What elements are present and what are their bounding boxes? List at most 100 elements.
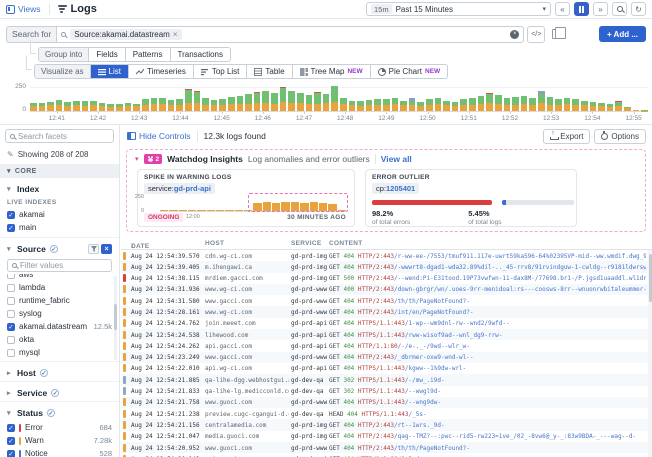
histogram-bar[interactable] <box>383 99 390 111</box>
histogram-bar[interactable] <box>194 91 201 111</box>
checkbox[interactable] <box>7 274 15 279</box>
refresh-button[interactable]: ↻ <box>631 2 646 16</box>
histogram-bar[interactable] <box>366 100 373 111</box>
options-button[interactable]: Options <box>594 129 646 144</box>
histogram-bar[interactable] <box>374 99 381 111</box>
checkbox[interactable]: ✓ <box>7 224 15 232</box>
hide-controls-button[interactable]: Hide Controls <box>127 131 191 141</box>
histogram-bar[interactable] <box>633 110 640 112</box>
histogram-bar[interactable] <box>615 101 622 111</box>
histogram-bar[interactable] <box>512 97 519 111</box>
histogram-bar[interactable] <box>357 101 364 111</box>
viz-option-pie-chart[interactable]: Pie Chart NEW <box>371 65 448 78</box>
histogram-bar[interactable] <box>426 99 433 111</box>
checkbox[interactable]: ✓ <box>7 323 15 331</box>
status-item-warn[interactable]: ✓Warn7.28k <box>0 434 119 447</box>
source-item-postfix[interactable]: postfix <box>0 359 119 362</box>
histogram-bar[interactable] <box>99 103 106 111</box>
core-section-header[interactable]: ▾ CORE <box>0 164 119 178</box>
histogram-bar[interactable] <box>107 104 114 111</box>
histogram-bar[interactable] <box>159 98 166 111</box>
status-item-error[interactable]: ✓Error684 <box>0 421 119 434</box>
histogram-bar[interactable] <box>340 98 347 111</box>
histogram-bar[interactable] <box>529 98 536 111</box>
histogram-bar[interactable] <box>90 101 97 111</box>
source-item-syslog[interactable]: syslog <box>0 307 119 320</box>
histogram-bar[interactable] <box>211 100 218 111</box>
facet-search-field[interactable] <box>5 129 114 143</box>
table-row[interactable]: Aug 24 12:54:21.156centralamedia.comgd-p… <box>121 419 652 430</box>
histogram-bar[interactable] <box>581 101 588 111</box>
checkbox[interactable] <box>7 362 15 363</box>
histogram-bar[interactable] <box>495 95 502 111</box>
histogram-bar[interactable] <box>331 86 338 111</box>
source-item-mysql[interactable]: mysql <box>0 346 119 359</box>
scrollbar[interactable] <box>648 250 652 457</box>
histogram-bar[interactable] <box>486 93 493 111</box>
table-row[interactable]: Aug 24 12:54:38.115mrdiem.gacci.comgd-pr… <box>121 273 652 284</box>
tab-fields[interactable]: Fields <box>89 48 125 61</box>
histogram-bar[interactable] <box>47 102 54 111</box>
log-volume-histogram[interactable] <box>30 86 648 112</box>
histogram-bar[interactable] <box>56 100 63 111</box>
histogram-bar[interactable] <box>607 104 614 111</box>
histogram-bar[interactable] <box>469 98 476 111</box>
spike-insight-card[interactable]: SPIKE IN WARNING LOGS service:gd-prd-api… <box>137 169 355 227</box>
histogram-bar[interactable] <box>323 94 330 111</box>
search-input[interactable]: Source:akamai.datastream × × <box>56 26 524 43</box>
histogram-bar[interactable] <box>435 98 442 111</box>
tab-transactions[interactable]: Transactions <box>171 48 231 61</box>
histogram-bar[interactable] <box>262 91 269 111</box>
viz-option-table[interactable]: Table <box>247 65 292 78</box>
table-row[interactable]: Aug 24 12:54:22.010api.wg-ci.comgd-prd-a… <box>121 363 652 374</box>
source-item-runtime_fabric[interactable]: runtime_fabric <box>0 294 119 307</box>
spike-service-chip[interactable]: service:gd-prd-api <box>144 183 215 194</box>
pause-button[interactable] <box>574 2 589 16</box>
index-facet-header[interactable]: ▾ Index <box>0 178 119 197</box>
table-row[interactable]: Aug 24 12:54:20.952www.guoci.comgd-prd-w… <box>121 442 652 453</box>
histogram-bar[interactable] <box>219 99 226 111</box>
histogram-bar[interactable] <box>168 100 175 111</box>
table-row[interactable]: Aug 24 12:54:28.161www.wg-ci.comgd-prd-w… <box>121 306 652 317</box>
histogram-bar[interactable] <box>133 104 140 111</box>
histogram-bar[interactable] <box>538 91 545 111</box>
tab-patterns[interactable]: Patterns <box>126 48 171 61</box>
histogram-bar[interactable] <box>417 102 424 111</box>
error-outlier-card[interactable]: ERROR OUTLIER cp:1205401 98.2% of total … <box>365 169 577 227</box>
source-item-aws[interactable]: aws <box>0 274 119 281</box>
histogram-bar[interactable] <box>392 98 399 111</box>
table-row[interactable]: Aug 24 12:54:21.885qa-lihe-dgg.webhostgu… <box>121 374 652 385</box>
histogram-bar[interactable] <box>64 102 71 111</box>
histogram-bar[interactable] <box>237 96 244 111</box>
export-button[interactable]: Export <box>543 129 590 144</box>
histogram-bar[interactable] <box>116 104 123 111</box>
histogram-bar[interactable] <box>547 97 554 111</box>
source-item-akamai.datastream[interactable]: ✓akamai.datastream12.5k <box>0 320 119 333</box>
source-facet-header[interactable]: ▾ Source ✓ × <box>0 237 119 257</box>
scrollbar[interactable] <box>114 276 117 360</box>
search-token[interactable]: Source:akamai.datastream × <box>70 29 181 40</box>
clear-search-icon[interactable]: × <box>510 30 519 39</box>
histogram-bar[interactable] <box>400 101 407 111</box>
histogram-bar[interactable] <box>297 93 304 111</box>
histogram-bar[interactable] <box>409 98 416 111</box>
checkbox[interactable]: ✓ <box>7 424 15 432</box>
service-facet-header[interactable]: ▸ Service ✓ <box>0 381 119 401</box>
viz-option-top-list[interactable]: Top List <box>194 65 248 78</box>
histogram-bar[interactable] <box>39 103 46 111</box>
query-syntax-button[interactable]: </> <box>527 26 545 43</box>
facet-search-input[interactable] <box>18 132 98 141</box>
histogram-bar[interactable] <box>572 99 579 111</box>
table-row[interactable]: Aug 24 12:54:21.238preview.cugc-cgangui-… <box>121 408 652 419</box>
checkbox[interactable]: ✓ <box>7 437 15 445</box>
column-host[interactable]: HOST <box>205 240 224 247</box>
histogram-bar[interactable] <box>30 103 37 111</box>
chevron-down-icon[interactable]: ▾ <box>135 155 139 163</box>
checkbox[interactable]: ✓ <box>7 450 15 457</box>
histogram-bar[interactable] <box>564 98 571 111</box>
histogram-bar[interactable] <box>280 87 287 111</box>
source-item-okta[interactable]: okta <box>0 333 119 346</box>
zoom-button[interactable] <box>612 2 627 16</box>
histogram-bar[interactable] <box>624 107 631 111</box>
histogram-bar[interactable] <box>349 101 356 111</box>
